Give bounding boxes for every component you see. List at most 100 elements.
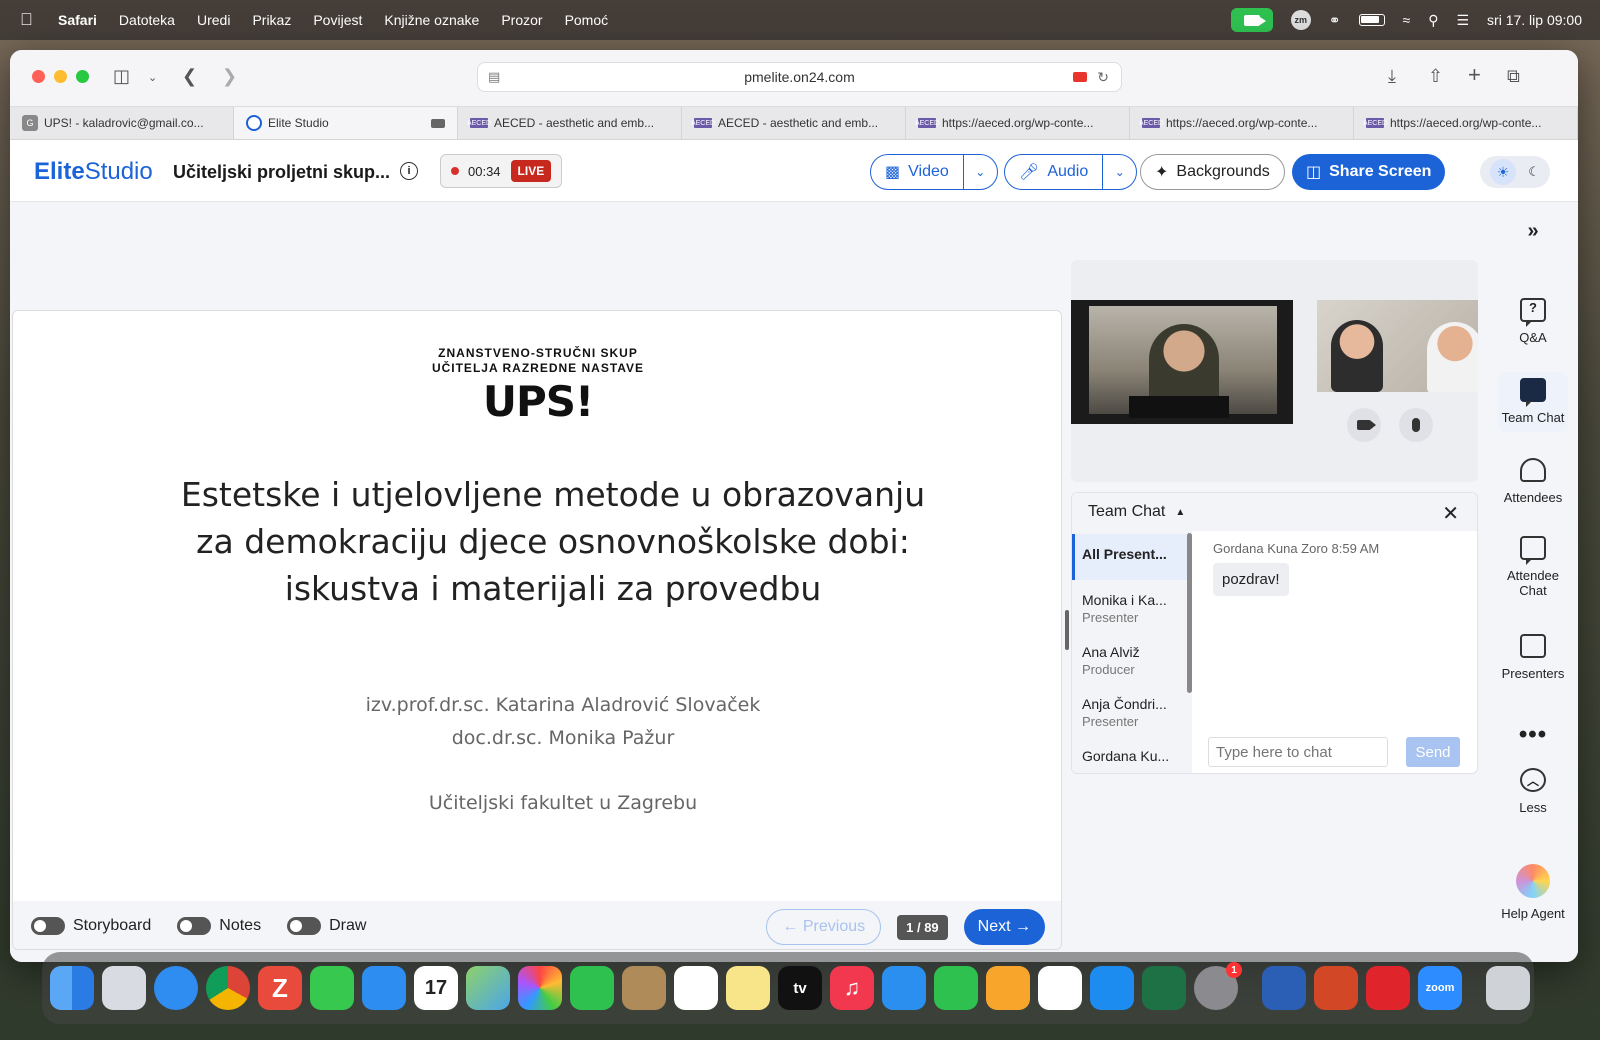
menu-knjizne-oznake[interactable]: Knjižne oznake	[384, 12, 479, 28]
draw-toggle[interactable]: Draw	[287, 917, 366, 935]
chat-list-scrollbar[interactable]	[1187, 533, 1192, 693]
apple-tv-icon[interactable]: tv	[778, 966, 822, 1010]
numbers-icon[interactable]	[934, 966, 978, 1010]
powerpoint-icon[interactable]	[1314, 966, 1358, 1010]
calendar-icon[interactable]: 17	[414, 966, 458, 1010]
spotlight-search-icon[interactable]: ⚲	[1428, 12, 1438, 29]
audio-button[interactable]: 🎤︎ Audio	[1005, 155, 1102, 189]
rail-less[interactable]: ︿ Less	[1488, 768, 1578, 815]
notes-switch[interactable]	[177, 917, 212, 935]
keynote-icon[interactable]	[882, 966, 926, 1010]
mail-icon[interactable]	[362, 966, 406, 1010]
contacts-icon[interactable]	[622, 966, 666, 1010]
close-window-button[interactable]	[32, 70, 45, 83]
video-button[interactable]: ▩ Video	[871, 155, 963, 189]
facetime-icon[interactable]	[570, 966, 614, 1010]
photos-icon[interactable]	[518, 966, 562, 1010]
tile-mic-button[interactable]	[1399, 408, 1433, 442]
tab-aeced-4[interactable]: AECED https://aeced.org/wp-conte...	[1130, 107, 1354, 139]
system-settings-icon[interactable]: 1	[1194, 962, 1242, 1010]
more-options-icon[interactable]: •••	[1488, 723, 1578, 747]
tab-aeced-1[interactable]: AECED AECED - aesthetic and emb...	[458, 107, 682, 139]
wifi-icon[interactable]: ≈	[1403, 12, 1411, 28]
sidebar-toggle-icon[interactable]: ◫	[113, 66, 130, 87]
site-settings-icon[interactable]: ▤	[488, 69, 500, 85]
reload-icon[interactable]: ↻	[1097, 69, 1109, 86]
chrome-icon[interactable]	[206, 966, 250, 1010]
apple-icon[interactable]: 	[20, 10, 40, 30]
menu-pomoc[interactable]: Pomoć	[565, 12, 609, 28]
camera-in-use-icon[interactable]	[1073, 72, 1087, 82]
expand-panel-button[interactable]: »	[1488, 220, 1578, 243]
audio-options-chevron-icon[interactable]: ⌄	[1102, 155, 1136, 189]
fullscreen-window-button[interactable]	[76, 70, 89, 83]
zoom-icon[interactable]: zoom	[1418, 966, 1462, 1010]
music-icon[interactable]: ♫	[830, 966, 874, 1010]
chat-recipient[interactable]: Ana Alviž Producer	[1072, 632, 1192, 684]
self-video-tile[interactable]	[1317, 300, 1478, 392]
tab-overview-icon[interactable]: ⧉	[1507, 66, 1520, 87]
rail-qa[interactable]: ? Q&A	[1488, 298, 1578, 345]
sun-icon[interactable]: ☀	[1490, 159, 1517, 185]
chat-title[interactable]: Team Chat	[1088, 503, 1165, 521]
chat-recipient[interactable]: Gordana Ku...	[1072, 736, 1192, 773]
reminders-icon[interactable]	[674, 966, 718, 1010]
storyboard-toggle[interactable]: Storyboard	[31, 917, 151, 935]
draw-switch[interactable]	[287, 917, 322, 935]
app-store-icon[interactable]	[1090, 966, 1134, 1010]
control-center-icon[interactable]: ☰	[1456, 12, 1469, 29]
panel-resize-handle[interactable]	[1065, 610, 1069, 650]
new-tab-icon[interactable]: +	[1468, 62, 1481, 88]
menu-uredi[interactable]: Uredi	[197, 12, 230, 28]
chat-recipient-all[interactable]: All Present...	[1072, 534, 1192, 580]
menu-prikaz[interactable]: Prikaz	[252, 12, 291, 28]
maps-icon[interactable]	[466, 966, 510, 1010]
notes-icon[interactable]	[726, 966, 770, 1010]
video-options-chevron-icon[interactable]: ⌄	[962, 155, 997, 189]
tab-aeced-5[interactable]: AECED https://aeced.org/wp-conte...	[1354, 107, 1578, 139]
trash-icon[interactable]	[1486, 966, 1530, 1010]
send-button[interactable]: Send	[1406, 737, 1460, 767]
messages-icon[interactable]	[310, 966, 354, 1010]
menu-datoteka[interactable]: Datoteka	[119, 12, 175, 28]
freeform-icon[interactable]	[1038, 966, 1082, 1010]
menu-app-safari[interactable]: Safari	[58, 12, 97, 28]
tab-aeced-2[interactable]: AECED AECED - aesthetic and emb...	[682, 107, 906, 139]
tab-aeced-3[interactable]: AECED https://aeced.org/wp-conte...	[906, 107, 1130, 139]
tab-gmail[interactable]: G UPS! - kaladrovic@gmail.co...	[10, 107, 234, 139]
previous-slide-button[interactable]: ← Previous	[766, 909, 882, 945]
launchpad-icon[interactable]	[102, 966, 146, 1010]
rail-attendee-chat[interactable]: Attendee Chat	[1488, 536, 1578, 598]
forward-arrow-icon[interactable]: ❯	[222, 66, 237, 87]
minimize-window-button[interactable]	[54, 70, 67, 83]
finder-icon[interactable]	[50, 966, 94, 1010]
share-icon[interactable]: ⇧	[1428, 66, 1443, 87]
menubar-clock[interactable]: sri 17. lip 09:00	[1487, 12, 1582, 28]
pages-icon[interactable]	[986, 966, 1030, 1010]
presenter-video-tile[interactable]	[1071, 300, 1293, 424]
battery-icon[interactable]	[1358, 14, 1385, 26]
screen-recording-icon[interactable]	[1230, 8, 1273, 32]
menu-povijest[interactable]: Povijest	[313, 12, 362, 28]
next-slide-button[interactable]: Next →	[963, 909, 1045, 945]
backgrounds-button[interactable]: ✦ Backgrounds	[1140, 154, 1285, 190]
downloads-icon[interactable]: ⤓	[1388, 66, 1396, 87]
rail-attendees[interactable]: Attendees	[1488, 458, 1578, 505]
chat-recipient[interactable]: Anja Čondri... Presenter	[1072, 684, 1192, 736]
zotero-icon[interactable]: Z	[258, 966, 302, 1010]
chevron-down-icon[interactable]: ⌄	[148, 71, 157, 84]
menu-prozor[interactable]: Prozor	[501, 12, 542, 28]
creative-cloud-icon[interactable]: ⚭	[1329, 12, 1341, 29]
chat-recipient[interactable]: Monika i Ka... Presenter	[1072, 580, 1192, 632]
rail-help-agent[interactable]: Help Agent	[1488, 864, 1578, 921]
theme-toggle[interactable]: ☀ ☾	[1480, 156, 1550, 188]
share-screen-button[interactable]: ◫ Share Screen	[1292, 154, 1446, 190]
close-icon[interactable]: ✕	[1442, 501, 1459, 526]
notes-toggle[interactable]: Notes	[177, 917, 261, 935]
excel-icon[interactable]	[1142, 966, 1186, 1010]
rail-team-chat[interactable]: Team Chat	[1488, 372, 1578, 432]
address-bar[interactable]: ▤ pmelite.on24.com ↻	[477, 62, 1122, 92]
caret-up-icon[interactable]: ▲	[1175, 507, 1185, 518]
miro-icon[interactable]	[1366, 966, 1410, 1010]
rail-presenters[interactable]: Presenters	[1488, 634, 1578, 681]
